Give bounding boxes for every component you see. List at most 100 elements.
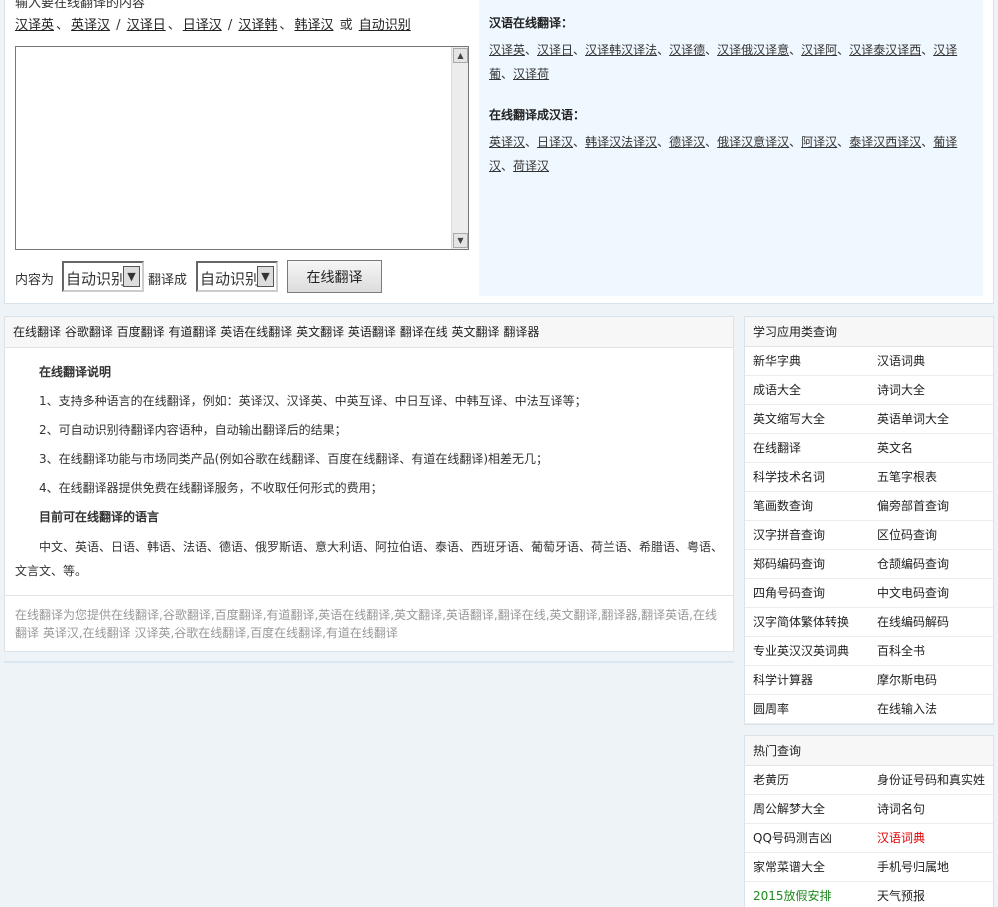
- sidebar-link[interactable]: 在线输入法: [877, 695, 937, 724]
- sidebar-link[interactable]: 英文缩写大全: [753, 405, 825, 434]
- sidebar-link[interactable]: 英文名: [877, 434, 913, 463]
- sidebar-link[interactable]: 圆周率: [753, 695, 789, 724]
- sidebar-link[interactable]: 老黄历: [753, 766, 789, 795]
- scroll-up-arrow-icon[interactable]: ▲: [453, 48, 468, 63]
- sidebar-link[interactable]: 在线编码解码: [877, 608, 949, 637]
- sidebar-row: 老黄历 身份证号码和真实姓: [745, 766, 993, 795]
- sidebar-row: 汉字拼音查询 区位码查询: [745, 521, 993, 550]
- sidebar-row: 四角号码查询 中文电码查询: [745, 579, 993, 608]
- study-tools-list: 新华字典 汉语词典 成语大全 诗词大全 英文缩写大全 英语单词大全 在线翻译 英文名 科学技术名…: [745, 347, 993, 724]
- sidebar-link[interactable]: 专业英汉汉英词典: [753, 637, 849, 666]
- divider: [4, 661, 734, 663]
- sidebar-link[interactable]: 区位码查询: [877, 521, 937, 550]
- zh-to-title: 汉语在线翻译：: [489, 16, 574, 30]
- sidebar-link[interactable]: 中文电码查询: [877, 579, 949, 608]
- sidebar-link[interactable]: 在线翻译: [753, 434, 801, 463]
- language-pair-link[interactable]: 汉译荷: [513, 67, 549, 81]
- language-pair-link[interactable]: 汉译俄汉译意: [717, 43, 789, 57]
- translate-controls: 内容为 自动识别 ▼ 翻译成 自动识别 ▼ 在线翻译: [15, 260, 475, 293]
- sidebar-link[interactable]: 天气预报: [877, 882, 925, 907]
- quick-link[interactable]: 汉译韩: [238, 18, 277, 33]
- language-pair-link[interactable]: 荷译汉: [513, 159, 549, 173]
- language-pair-link[interactable]: 汉译阿: [801, 43, 837, 57]
- sidebar-row: QQ号码测吉凶 汉语词典: [745, 824, 993, 853]
- language-pair-link[interactable]: 俄译汉意译汉: [717, 135, 789, 149]
- language-pair-link[interactable]: 英译汉: [489, 135, 525, 149]
- feature-point: 2、可自动识别待翻译内容语种，自动输出翻译后的结果；: [39, 423, 347, 437]
- sidebar-link[interactable]: 成语大全: [753, 376, 801, 405]
- seo-footer-text: 在线翻译为您提供在线翻译,谷歌翻译,百度翻译,有道翻译,英语在线翻译,英文翻译,…: [5, 595, 733, 642]
- quick-link[interactable]: 英译汉: [71, 18, 110, 33]
- link-separator: 、: [167, 18, 181, 33]
- link-separator: 、: [657, 43, 670, 57]
- translation-input-box: ▲ ▼: [15, 46, 469, 250]
- language-pair-link[interactable]: 汉译泰汉译西: [849, 43, 921, 57]
- feature-point: 3、在线翻译功能与市场同类产品(例如谷歌在线翻译、百度在线翻译、有道在线翻译)相…: [39, 452, 549, 466]
- sidebar-link[interactable]: 家常菜谱大全: [753, 853, 825, 882]
- sidebar-link[interactable]: 2015放假安排: [753, 882, 832, 907]
- languages-list: 中文、英语、日语、韩语、法语、德语、俄罗斯语、意大利语、阿拉伯语、泰语、西班牙语…: [15, 540, 724, 578]
- sidebar-link[interactable]: 百科全书: [877, 637, 925, 666]
- sidebar-link[interactable]: QQ号码测吉凶: [753, 824, 832, 853]
- scroll-down-arrow-icon[interactable]: ▼: [453, 233, 468, 248]
- link-separator: 、: [56, 18, 70, 33]
- sidebar-link[interactable]: 科学技术名词: [753, 463, 825, 492]
- target-language-select[interactable]: 自动识别 ▼: [196, 261, 278, 292]
- link-separator: 、: [705, 43, 718, 57]
- quick-language-links: 汉译英、英译汉 / 汉译日、日译汉 / 汉译韩、韩译汉 或 自动识别: [15, 16, 411, 36]
- language-pair-link[interactable]: 汉译英: [489, 43, 525, 57]
- language-pairs-box: 汉语在线翻译： 汉译英、汉译日、汉译韩汉译法、汉译德、汉译俄汉译意、汉译阿、汉译…: [479, 0, 983, 296]
- language-pair-link[interactable]: 韩译汉法译汉: [585, 135, 657, 149]
- translate-button[interactable]: 在线翻译: [287, 260, 382, 293]
- sidebar-row: 笔画数查询 偏旁部首查询: [745, 492, 993, 521]
- description-body: 在线翻译说明 1、支持多种语言的在线翻译，例如：英译汉、汉译英、中英互译、中日互…: [5, 348, 733, 583]
- sidebar-link[interactable]: 摩尔斯电码: [877, 666, 937, 695]
- language-pair-link[interactable]: 汉译日: [537, 43, 573, 57]
- language-pair-link[interactable]: 日译汉: [537, 135, 573, 149]
- study-tools-box: 学习应用类查询 新华字典 汉语词典 成语大全 诗词大全 英文缩写大全 英语单词大全 在线翻译…: [744, 316, 994, 725]
- sidebar-link[interactable]: 英语单词大全: [877, 405, 949, 434]
- sidebar-link[interactable]: 诗词名句: [877, 795, 925, 824]
- sidebar-link[interactable]: 五笔字根表: [877, 463, 937, 492]
- sidebar-link[interactable]: 汉语词典: [877, 824, 925, 853]
- sidebar-link[interactable]: 仓颉编码查询: [877, 550, 949, 579]
- sidebar-link[interactable]: 郑码编码查询: [753, 550, 825, 579]
- sidebar-link[interactable]: 新华字典: [753, 347, 801, 376]
- language-pair-link[interactable]: 汉译韩汉译法: [585, 43, 657, 57]
- language-pair-link[interactable]: 泰译汉西译汉: [849, 135, 921, 149]
- sidebar-link[interactable]: 偏旁部首查询: [877, 492, 949, 521]
- sidebar-link[interactable]: 科学计算器: [753, 666, 813, 695]
- sidebar-link[interactable]: 手机号归属地: [877, 853, 949, 882]
- source-language-select[interactable]: 自动识别 ▼: [62, 261, 144, 292]
- quick-link[interactable]: 自动识别: [359, 18, 411, 33]
- sidebar-row: 在线翻译 英文名: [745, 434, 993, 463]
- sidebar-row: 英文缩写大全 英语单词大全: [745, 405, 993, 434]
- sidebar-link[interactable]: 汉字拼音查询: [753, 521, 825, 550]
- quick-link[interactable]: 韩译汉: [294, 18, 333, 33]
- sidebar-row: 成语大全 诗词大全: [745, 376, 993, 405]
- quick-link[interactable]: 汉译日: [127, 18, 166, 33]
- description-title: 在线翻译说明: [39, 365, 112, 379]
- sidebar-row: 科学技术名词 五笔字根表: [745, 463, 993, 492]
- sidebar-row: 2015放假安排 天气预报: [745, 882, 993, 907]
- sidebar-link[interactable]: 汉字简体繁体转换: [753, 608, 849, 637]
- chevron-down-icon[interactable]: ▼: [257, 266, 274, 287]
- sidebar-link[interactable]: 身份证号码和真实姓: [877, 766, 985, 795]
- quick-link[interactable]: 汉译英: [15, 18, 54, 33]
- link-separator: 、: [705, 135, 718, 149]
- sidebar-row: 圆周率 在线输入法: [745, 695, 993, 724]
- sidebar-link[interactable]: 汉语词典: [877, 347, 925, 376]
- language-pair-link[interactable]: 德译汉: [669, 135, 705, 149]
- translation-input[interactable]: [16, 47, 451, 249]
- input-scrollbar[interactable]: ▲ ▼: [451, 47, 468, 249]
- sidebar-link[interactable]: 四角号码查询: [753, 579, 825, 608]
- sidebar-link[interactable]: 笔画数查询: [753, 492, 813, 521]
- sidebar-link[interactable]: 周公解梦大全: [753, 795, 825, 824]
- language-pair-link[interactable]: 汉译德: [669, 43, 705, 57]
- language-pair-link[interactable]: 阿译汉: [801, 135, 837, 149]
- sidebar-link[interactable]: 诗词大全: [877, 376, 925, 405]
- link-separator: /: [223, 18, 237, 33]
- chevron-down-icon[interactable]: ▼: [123, 266, 140, 287]
- keywords-header: 在线翻译 谷歌翻译 百度翻译 有道翻译 英语在线翻译 英文翻译 英语翻译 翻译在…: [5, 317, 733, 348]
- quick-link[interactable]: 日译汉: [183, 18, 222, 33]
